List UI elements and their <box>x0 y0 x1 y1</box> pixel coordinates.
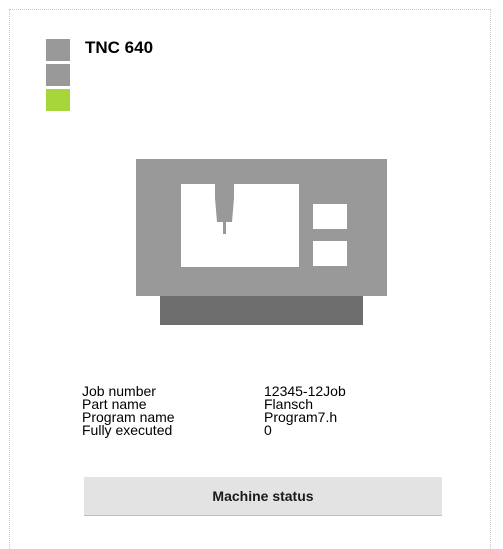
signal-light-red <box>46 39 70 61</box>
machine-status-button[interactable]: Machine status <box>84 477 442 516</box>
control-panel-bottom <box>313 241 347 266</box>
control-panel-top <box>313 204 347 229</box>
machine-name: TNC 640 <box>85 38 154 57</box>
signal-light-yellow <box>46 64 70 86</box>
machine-window <box>181 184 299 267</box>
info-value: Program7.h <box>264 409 338 425</box>
cnc-machine-icon <box>136 159 387 325</box>
info-label: Fully executed <box>82 422 173 438</box>
info-value: 0 <box>264 422 272 438</box>
tool-tip-icon <box>223 222 226 234</box>
machine-base <box>160 296 363 325</box>
tool-spindle-icon <box>215 198 234 222</box>
tool-holder-icon <box>215 184 234 198</box>
signal-light-green <box>46 89 70 111</box>
